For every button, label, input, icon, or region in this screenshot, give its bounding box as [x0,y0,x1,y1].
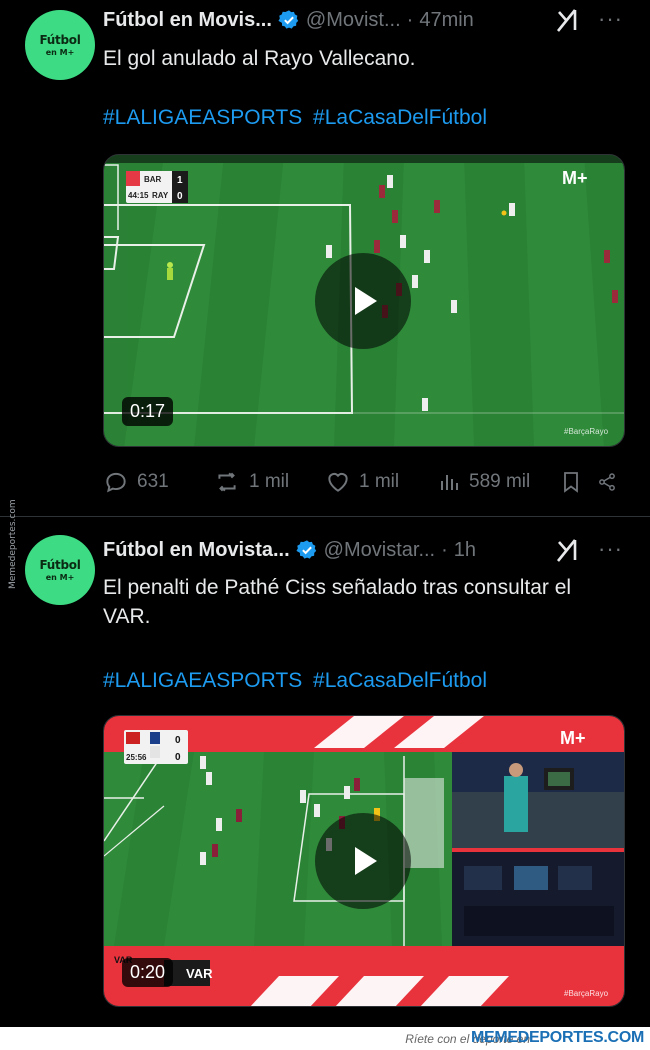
repost-icon [218,472,236,492]
match-clock: 25:56 [126,753,147,762]
scoreboard: 25:56 0 0 [124,730,188,764]
tweet-2[interactable]: Fútbol en M+ Fútbol en Movista... @Movis… [0,517,650,1027]
like-button[interactable]: 1 mil [325,469,437,495]
play-icon [355,287,377,315]
video-watermark: #BarçaRayo [564,427,609,436]
scoreboard: BAR RAY 44:15 1 0 [126,171,188,203]
hashtag-link[interactable]: #LALIGAEASPORTS [103,106,302,129]
avatar[interactable]: Fútbol en M+ [25,535,95,605]
away-score: 0 [177,191,183,202]
like-count: 1 mil [359,471,400,492]
video-duration: 0:17 [122,397,174,426]
video-player[interactable]: 25:56 0 0 VAR VAR M+ #BarçaRayo 0:20 [103,715,625,1007]
verified-badge-icon [278,10,299,29]
match-clock: 44:15 [128,191,149,200]
avatar[interactable]: Fútbol en M+ [25,10,95,80]
repost-count: 1 mil [249,471,290,492]
timestamp[interactable]: 1h [454,539,476,562]
share-icon [599,473,615,491]
verified-badge-icon [296,540,316,559]
broadcaster-logo: M+ [562,168,588,188]
avatar-sub: en M+ [45,48,75,57]
reply-count: 631 [137,471,169,492]
play-icon [355,847,377,875]
hashtag-link[interactable]: #LaCasaDelFútbol [313,106,487,129]
display-name[interactable]: Fútbol en Movis... [103,9,272,32]
grok-icon[interactable] [555,537,581,563]
tweet-header: Fútbol en Movista... @Movistar... · 1h [103,533,476,567]
handle[interactable]: @Movist... [306,9,401,32]
separator-dot: · [441,538,448,561]
more-options-icon[interactable]: ··· [598,6,623,32]
reply-icon [106,472,126,493]
repost-button[interactable]: 1 mil [213,469,325,495]
views-button[interactable]: 589 mil [437,469,559,495]
hashtags: #LALIGAEASPORTS #LaCasaDelFútbol [103,666,492,695]
side-watermark-text: Memedeportes.com [8,499,18,589]
tweet-text: El penalti de Pathé Ciss señalado tras c… [103,576,572,628]
avatar-sub: en M+ [45,573,75,582]
handle[interactable]: @Movistar... [324,539,435,562]
tweet-1[interactable]: Fútbol en M+ Fútbol en Movis... @Movist.… [0,0,650,516]
views-count: 589 mil [469,471,531,492]
timestamp[interactable]: 47min [419,9,473,32]
home-team: BAR [144,175,162,184]
heart-icon [328,472,348,492]
share-button[interactable] [597,469,625,495]
action-bar: 631 1 mil 1 mil 589 mil [103,465,625,499]
away-score: 0 [175,752,181,763]
bookmark-icon [564,472,578,493]
home-score: 0 [175,735,181,746]
reply-button[interactable]: 631 [103,469,213,495]
footer-brand[interactable]: MEMEDEPORTES.COM [471,1029,644,1047]
hashtags: #LALIGAEASPORTS #LaCasaDelFútbol [103,103,492,132]
play-button[interactable] [315,253,411,349]
video-watermark: #BarçaRayo [564,989,609,998]
play-button[interactable] [315,813,411,909]
separator-dot: · [406,8,414,31]
avatar-title: Fútbol [39,558,81,572]
home-score: 1 [177,175,183,186]
grok-icon[interactable] [555,7,581,33]
tweet-header: Fútbol en Movis... @Movist... · 47min [103,3,474,37]
broadcaster-logo: M+ [560,728,586,748]
away-team: RAY [152,191,169,200]
more-options-icon[interactable]: ··· [598,536,623,562]
footer-banner: Ríete con el deporte en MEMEDEPORTES.COM [0,1027,650,1050]
bookmark-button[interactable] [559,469,597,495]
display-name[interactable]: Fútbol en Movista... [103,539,290,562]
tweet-text: El gol anulado al Rayo Vallecano. [103,47,416,70]
var-badge: VAR [186,966,213,981]
video-duration: 0:20 [122,958,174,987]
hashtag-link[interactable]: #LaCasaDelFútbol [313,669,487,692]
side-watermark: Memedeportes.com [4,462,20,592]
views-icon [441,475,458,490]
avatar-title: Fútbol [39,33,81,47]
video-player[interactable]: BAR RAY 44:15 1 0 M+ #BarçaRayo 0:17 [103,154,625,447]
hashtag-link[interactable]: #LALIGAEASPORTS [103,669,302,692]
